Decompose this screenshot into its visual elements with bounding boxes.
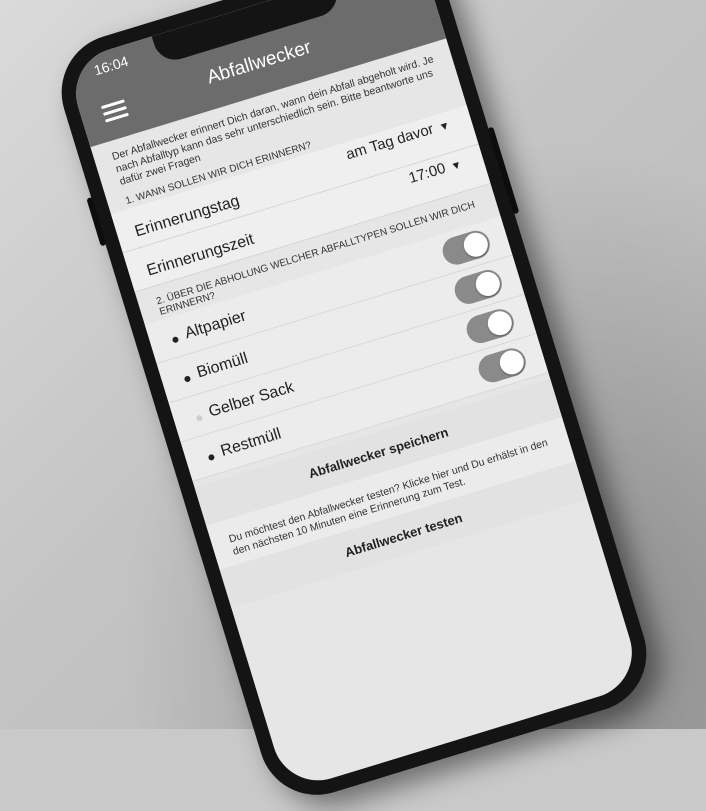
- chevron-down-icon: ▼: [449, 158, 464, 174]
- bullet-icon: [207, 453, 216, 462]
- waste-type-label: Restmüll: [218, 425, 284, 460]
- gelber-sack-toggle[interactable]: [463, 305, 518, 347]
- biomuell-toggle[interactable]: [451, 266, 506, 308]
- reminder-time-value: 17:00: [406, 159, 448, 188]
- bullet-icon: [183, 375, 192, 383]
- status-time: 16:04: [91, 52, 131, 79]
- bullet-icon: [195, 414, 204, 422]
- altpapier-toggle[interactable]: [439, 227, 494, 269]
- waste-type-label: Altpapier: [182, 307, 249, 343]
- chevron-down-icon: ▼: [437, 119, 452, 135]
- waste-type-label: Biomüll: [194, 349, 250, 382]
- bullet-icon: [171, 335, 180, 344]
- restmuell-toggle[interactable]: [475, 344, 530, 386]
